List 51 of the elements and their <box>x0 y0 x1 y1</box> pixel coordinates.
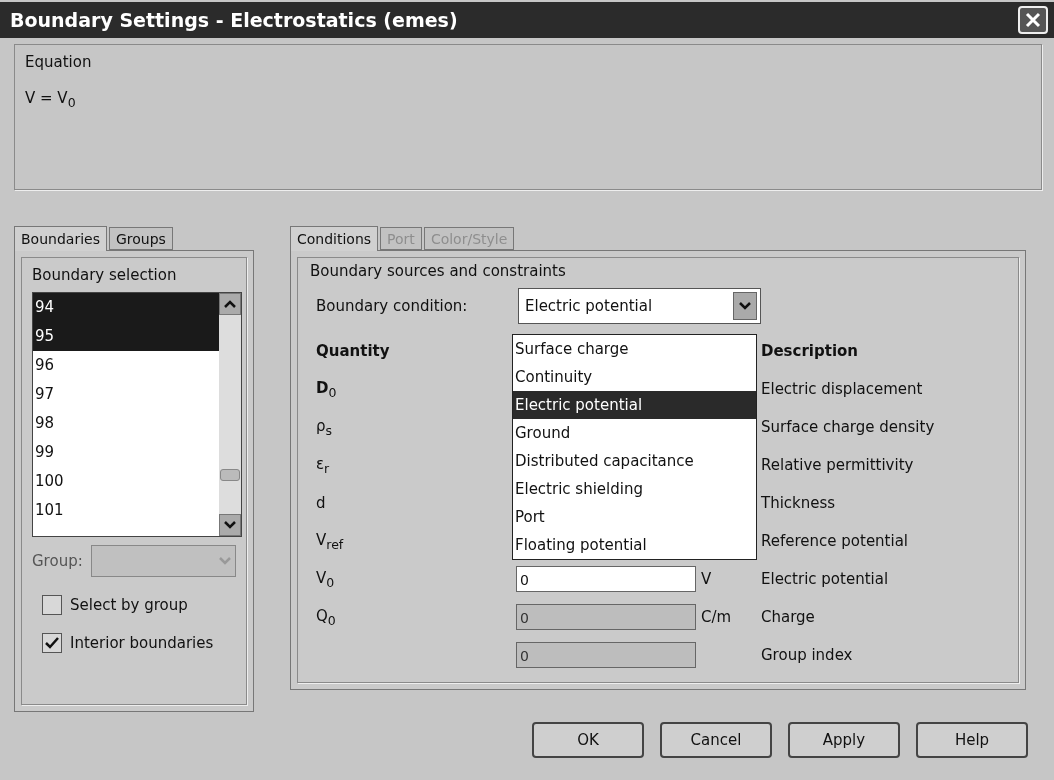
group-title: Boundary selection <box>32 266 178 284</box>
column-header: Quantity <box>316 342 391 360</box>
quantity-symbol: V$_{0}$ <box>316 568 336 590</box>
checkbox[interactable] <box>42 633 62 653</box>
close-icon <box>1025 12 1041 28</box>
value-field[interactable]: 0 <box>516 566 696 592</box>
description-text: Charge <box>761 608 816 626</box>
chevron-down-icon <box>739 302 751 310</box>
dialog-button[interactable]: Cancel <box>660 722 772 758</box>
quantity-symbol: ε$_{r}$ <box>316 454 331 476</box>
tab[interactable]: Conditions <box>290 226 379 251</box>
list-item[interactable]: 95 <box>33 322 219 351</box>
equation-label: Equation <box>25 53 93 71</box>
list-item[interactable]: 94 <box>33 293 219 322</box>
checkbox[interactable] <box>42 595 62 615</box>
tab[interactable]: Groups <box>108 227 173 250</box>
description-text: Electric displacement <box>761 380 924 398</box>
quantity-symbol: D$_{0}$ <box>316 378 338 400</box>
description-text: Relative permittivity <box>761 456 915 474</box>
description-text: Reference potential <box>761 532 910 550</box>
quantity-symbol: V$_{ref}$ <box>316 530 345 552</box>
scrollbar[interactable] <box>219 293 241 536</box>
chevron-down-icon <box>224 521 236 529</box>
checkbox-label: Select by group <box>70 596 188 614</box>
dropdown-option[interactable]: Electric potential <box>513 391 756 419</box>
condition-dropdown[interactable]: Electric potential <box>518 288 761 324</box>
quantity-symbol: ρ$_{s}$ <box>316 416 334 438</box>
dialog-button[interactable]: Apply <box>788 722 900 758</box>
chevron-up-icon <box>224 300 236 308</box>
description-text: Group index <box>761 646 854 664</box>
description-text: Surface charge density <box>761 418 936 436</box>
close-button[interactable] <box>1018 6 1048 34</box>
checkbox-label: Interior boundaries <box>70 634 214 652</box>
tab[interactable]: Boundaries <box>14 226 107 251</box>
unit-label: V <box>701 570 713 588</box>
unit-label: C/m <box>701 608 733 626</box>
chevron-down-icon <box>219 557 231 565</box>
description-text: Electric potential <box>761 570 890 588</box>
quantity-symbol: d <box>316 494 327 512</box>
group-title: Boundary sources and constraints <box>310 262 567 280</box>
group-label: Group: <box>32 552 83 570</box>
dialog-button[interactable]: Help <box>916 722 1028 758</box>
quantity-symbol: Q$_{0}$ <box>316 606 337 628</box>
scroll-thumb[interactable] <box>220 468 240 481</box>
dialog-button[interactable]: OK <box>532 722 644 758</box>
column-header: Description <box>761 342 860 360</box>
window-title: Boundary Settings - Electrostatics (emes) <box>10 9 458 31</box>
equation-formula: V = V$_{0}$ <box>25 89 77 110</box>
checkmark-icon <box>45 637 59 649</box>
description-text: Thickness <box>761 494 837 512</box>
condition-label: Boundary condition: <box>316 297 469 315</box>
